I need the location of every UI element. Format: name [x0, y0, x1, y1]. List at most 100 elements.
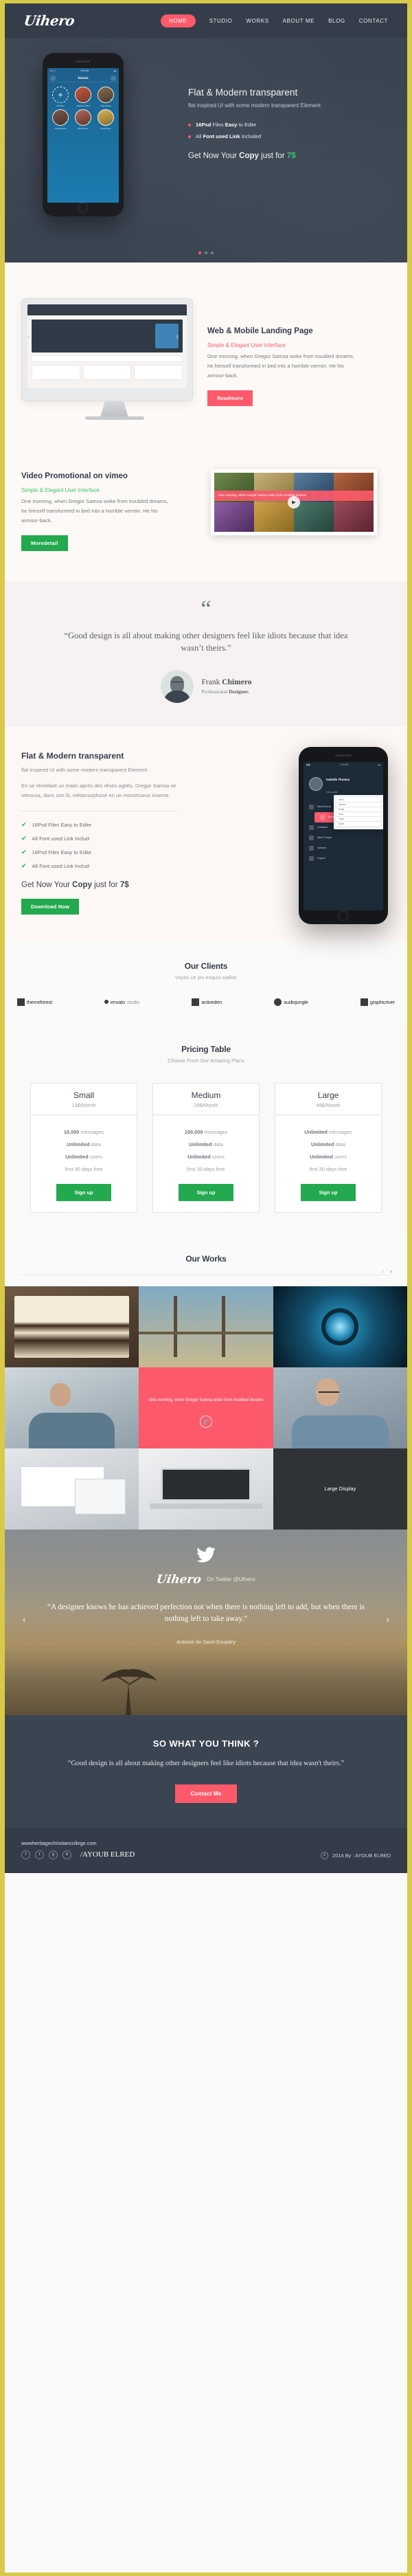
phone-mail-row[interactable]: Sent [336, 811, 380, 817]
testimonial-first-name: Frank [201, 677, 222, 686]
slider-dot[interactable] [198, 251, 201, 254]
phone-menu-item[interactable]: Options [304, 843, 383, 853]
hero-bullet-bold: used Link [216, 133, 240, 140]
phone-battery-icon: ▬ [113, 69, 116, 72]
client-logo-envato-studio[interactable]: envato studio [104, 999, 140, 1005]
phone-settings-icon[interactable] [111, 75, 116, 81]
nav-item-home[interactable]: HOME [161, 14, 196, 27]
plan-feature-rest: first 30 days free [65, 1165, 103, 1172]
nav-item-blog[interactable]: BLOG [328, 18, 345, 24]
chevron-right-icon[interactable]: › [390, 1268, 392, 1275]
phone-mail-row[interactable]: Inbox [336, 797, 380, 803]
moredetail-button[interactable]: Moredetail [21, 535, 68, 552]
plan-feature-rest: messages [327, 1128, 352, 1135]
nav-item-contact[interactable]: CONTACT [359, 18, 388, 24]
work-item-screens[interactable] [5, 1448, 139, 1530]
phone-mail-row[interactable]: Drafts [336, 807, 380, 812]
video-title: Video Promotional on vimeo [21, 472, 128, 480]
phone-friend-name: Chandra Collins [76, 104, 90, 107]
twitter-logo: Uihero [155, 1572, 203, 1587]
landing-body: One morning, when Gregor Samsa woke from… [207, 353, 354, 379]
work-item-man-glasses[interactable] [273, 1367, 407, 1448]
download-now-button[interactable]: Download Now [21, 898, 80, 915]
pricing-card-small: Small 19$/Month 10,000 messages Unlimite… [30, 1082, 137, 1213]
footer-url[interactable]: wwwheritagechristiancollege.com [21, 1840, 135, 1846]
signup-button[interactable]: Sign up [301, 1183, 356, 1201]
contact-me-button[interactable]: Contact Me [175, 1784, 237, 1803]
chevron-right-icon[interactable]: › [386, 1613, 389, 1624]
site-logo[interactable]: Uihero [23, 12, 76, 29]
plan-feature-bold: Unlimited [65, 1153, 89, 1160]
work-item-dessert[interactable] [5, 1286, 139, 1367]
footer-copyright-text: 2014 By : AYOUB ELRED [332, 1852, 391, 1859]
bullet-dot-icon [188, 135, 191, 138]
readmore-button[interactable]: Readmore [207, 390, 253, 407]
signup-button[interactable]: Sign up [56, 1183, 111, 1201]
phone-friend-tile[interactable]: Lilly Pearson [73, 109, 93, 130]
feature-label: All Font used Link Includ- [32, 835, 91, 842]
hero-slider-dots[interactable] [198, 251, 214, 254]
work-item-label: One morning, when Gregor Samsa woke from… [148, 1398, 264, 1403]
link-icon[interactable]: 🔗 [199, 1415, 212, 1429]
chevron-left-icon[interactable]: ‹ [27, 332, 30, 341]
imac-screen [27, 304, 187, 388]
phone-back-icon[interactable] [50, 75, 56, 81]
client-logo-audiojungle[interactable]: audiojungle [274, 998, 308, 1006]
video-thumbnail[interactable]: One morning, when Gregor Samsa woke from… [211, 469, 377, 535]
feature-label: 16Psd Files Easy to Edite [32, 849, 92, 855]
plan-feature: first 30 days free [153, 1166, 259, 1172]
nav-item-about-me[interactable]: ABOUT ME [283, 18, 314, 24]
footer: wwwheritagechristiancollege.com f t g b … [5, 1827, 407, 1873]
chevron-right-icon[interactable]: › [176, 332, 179, 341]
slider-dot[interactable] [211, 251, 214, 254]
google-plus-icon[interactable]: g [49, 1850, 58, 1859]
twitter-handle[interactable]: On Twitter @UIhero [207, 1576, 255, 1582]
clients-section: Our Clients Voyez ce jeu exquis wallon t… [5, 940, 407, 1024]
clients-title: Our Clients [184, 961, 228, 971]
phone-friend-tile[interactable]: Juana Adams [50, 109, 71, 130]
client-logo-activeden[interactable]: activeden [192, 998, 222, 1006]
slider-dot[interactable] [205, 251, 207, 254]
phone-menu-item[interactable]: Logout [304, 853, 383, 864]
imac-screen-navbar [27, 304, 187, 315]
twitter-icon[interactable]: t [35, 1850, 44, 1859]
phone-mail-row[interactable]: Spam [336, 821, 380, 827]
phone-friend-tile[interactable]: Chandra Collins [73, 87, 93, 107]
work-item-large-display[interactable]: Large Display [273, 1448, 407, 1530]
avatar [98, 87, 114, 103]
work-item-laptop[interactable] [139, 1448, 273, 1530]
facebook-icon[interactable]: f [21, 1850, 30, 1859]
works-title: Our Works [185, 1253, 227, 1264]
signup-button[interactable]: Sign up [179, 1183, 233, 1201]
plan-price: 49$/Month [316, 1101, 341, 1108]
play-icon[interactable]: ▶ [288, 496, 300, 508]
nav-item-works[interactable]: WORKS [246, 18, 268, 24]
phone-mail-row[interactable]: Trash [336, 816, 380, 822]
features-cta-price: 7$ [119, 880, 129, 889]
plan-price: 29$/Month [194, 1101, 218, 1108]
client-name: graphicriver [369, 998, 395, 1005]
phone-menu-item[interactable]: Multi People [304, 833, 383, 843]
behance-icon[interactable]: b [62, 1850, 71, 1859]
work-item-lens[interactable] [273, 1286, 407, 1367]
work-item-overlay[interactable]: One morning, when Gregor Samsa woke from… [139, 1367, 273, 1448]
phone-mail-row[interactable]: Starred [336, 802, 380, 807]
phone-friend-name: Karla Moore [100, 127, 111, 130]
add-new-icon[interactable]: + [52, 87, 69, 103]
chevron-left-icon[interactable]: ‹ [382, 1268, 384, 1275]
work-item-man-laptop[interactable] [5, 1367, 139, 1448]
chevron-left-icon[interactable]: ‹ [23, 1613, 26, 1624]
footer-copyright: c 2014 By : AYOUB ELRED [321, 1851, 391, 1859]
nav-item-studio[interactable]: STUDIO [209, 18, 233, 24]
client-logo-graphicriver[interactable]: graphicriver [360, 998, 395, 1006]
client-name-grey: studio [126, 998, 140, 1005]
phone-friend-tile[interactable]: + Add New [50, 87, 71, 107]
twitter-quote: “A designer knows he has achieved perfec… [47, 1602, 365, 1623]
people-icon [309, 835, 314, 840]
phone-friend-tile[interactable]: Thais Marito [95, 87, 116, 107]
testimonial-person: Frank Chimero Professional Designer. [5, 669, 407, 703]
phone-friend-tile[interactable]: Karla Moore [95, 109, 116, 130]
themeforest-mark-icon [17, 998, 25, 1006]
work-item-bridge[interactable] [139, 1286, 273, 1367]
client-logo-themeforest[interactable]: themeforest [17, 998, 52, 1006]
